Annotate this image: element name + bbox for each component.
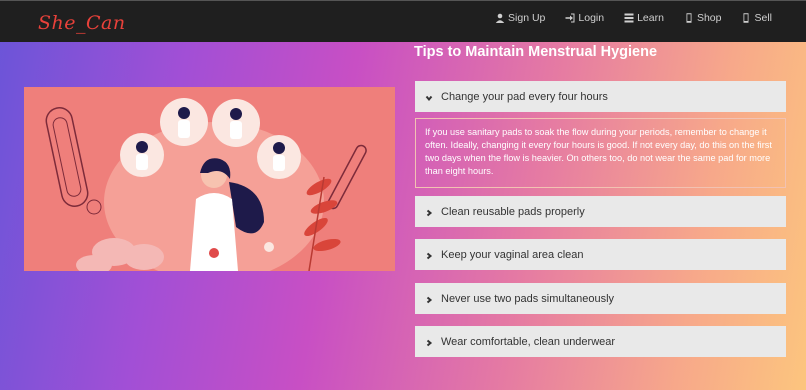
nav-sell-label: Sell xyxy=(754,12,772,24)
accordion-title: Keep your vaginal area clean xyxy=(441,248,584,261)
user-icon xyxy=(495,13,505,23)
brand-logo[interactable]: She_Can xyxy=(38,12,126,34)
page-title: Tips to Maintain Menstrual Hygiene xyxy=(414,44,658,60)
nav-login-label: Login xyxy=(578,12,605,24)
nav-links: Sign Up Login Learn Shop Sell xyxy=(495,12,772,24)
menstrual-hygiene-illustration xyxy=(24,87,395,271)
phone-icon xyxy=(686,13,692,23)
chevron-right-icon xyxy=(425,208,433,216)
chevron-down-icon xyxy=(425,93,433,101)
accordion-header-reusable-pads[interactable]: Clean reusable pads properly xyxy=(415,196,786,227)
accordion-header-two-pads[interactable]: Never use two pads simultaneously xyxy=(415,283,786,314)
accordion-body: If you use sanitary pads to soak the flo… xyxy=(415,118,786,188)
accordion-header-vaginal-area[interactable]: Keep your vaginal area clean xyxy=(415,239,786,270)
navbar: She_Can Sign Up Login Learn Shop Sell xyxy=(0,0,806,42)
chevron-right-icon xyxy=(425,338,433,346)
nav-signup-link[interactable]: Sign Up xyxy=(495,12,545,24)
accordion-item-underwear: Wear comfortable, clean underwear xyxy=(415,326,786,357)
nav-learn-link[interactable]: Learn xyxy=(624,12,664,24)
accordion-title: Clean reusable pads properly xyxy=(441,205,585,218)
chevron-right-icon xyxy=(425,295,433,303)
nav-shop-label: Shop xyxy=(696,12,722,24)
nav-learn-label: Learn xyxy=(637,12,664,24)
nav-shop-link[interactable]: Shop xyxy=(684,12,722,24)
login-icon xyxy=(565,13,575,23)
nav-sell-link[interactable]: Sell xyxy=(741,12,772,24)
list-icon xyxy=(624,13,634,23)
accordion-item-two-pads: Never use two pads simultaneously xyxy=(415,283,786,314)
accordion-item-vaginal-area: Keep your vaginal area clean xyxy=(415,239,786,270)
accordion-header-change-pad[interactable]: Change your pad every four hours xyxy=(415,81,786,112)
accordion-title: Never use two pads simultaneously xyxy=(441,292,615,305)
accordion-title: Wear comfortable, clean underwear xyxy=(441,335,616,348)
accordion-header-underwear[interactable]: Wear comfortable, clean underwear xyxy=(415,326,786,357)
accordion-item-change-pad: Change your pad every four hours If you … xyxy=(415,81,786,188)
accordion-item-reusable-pads: Clean reusable pads properly xyxy=(415,196,786,227)
nav-signup-label: Sign Up xyxy=(508,12,546,24)
nav-login-link[interactable]: Login xyxy=(565,12,604,24)
chevron-right-icon xyxy=(425,251,433,259)
accordion-title: Change your pad every four hours xyxy=(441,90,608,103)
phone-icon xyxy=(743,13,749,23)
hero-illustration xyxy=(24,87,395,271)
